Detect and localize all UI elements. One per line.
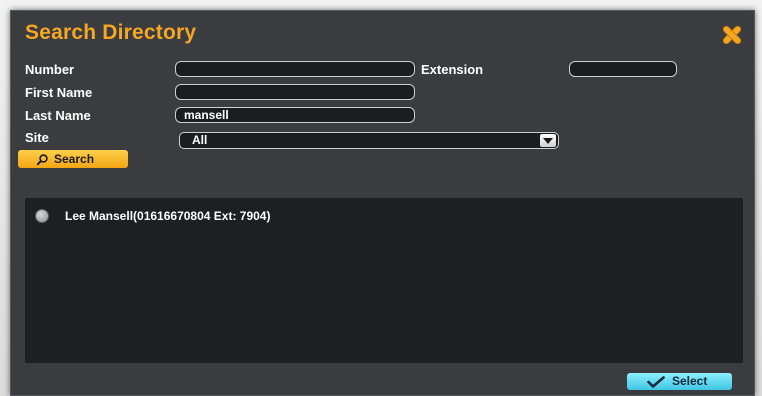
search-button-label: Search bbox=[54, 152, 95, 166]
first-name-label: First Name bbox=[25, 85, 93, 100]
first-name-input[interactable] bbox=[175, 84, 415, 100]
select-button[interactable]: Select bbox=[627, 373, 732, 390]
dialog-title: Search Directory bbox=[25, 21, 197, 44]
number-label: Number bbox=[25, 62, 75, 77]
results-list: Lee Mansell(01616670804 Ext: 7904) bbox=[25, 198, 743, 363]
checkmark-icon bbox=[647, 376, 665, 393]
site-select[interactable]: All bbox=[179, 132, 559, 149]
result-label: Lee Mansell(01616670804 Ext: 7904) bbox=[65, 209, 271, 223]
list-item[interactable]: Lee Mansell(01616670804 Ext: 7904) bbox=[35, 208, 270, 224]
site-select-value: All bbox=[192, 133, 208, 147]
search-directory-dialog: Search Directory Number Extension First … bbox=[10, 10, 755, 396]
magnifier-icon bbox=[36, 153, 49, 171]
extension-input[interactable] bbox=[569, 61, 677, 77]
extension-label: Extension bbox=[421, 62, 484, 77]
search-button[interactable]: Search bbox=[18, 150, 128, 168]
close-x-icon bbox=[722, 25, 742, 45]
number-input[interactable] bbox=[175, 61, 415, 77]
radio-button[interactable] bbox=[35, 209, 49, 223]
site-label: Site bbox=[25, 130, 49, 145]
select-button-label: Select bbox=[672, 374, 708, 388]
last-name-input[interactable] bbox=[175, 107, 415, 123]
close-button[interactable] bbox=[720, 23, 744, 47]
last-name-label: Last Name bbox=[25, 108, 91, 123]
dropdown-arrow-icon[interactable] bbox=[540, 134, 556, 147]
